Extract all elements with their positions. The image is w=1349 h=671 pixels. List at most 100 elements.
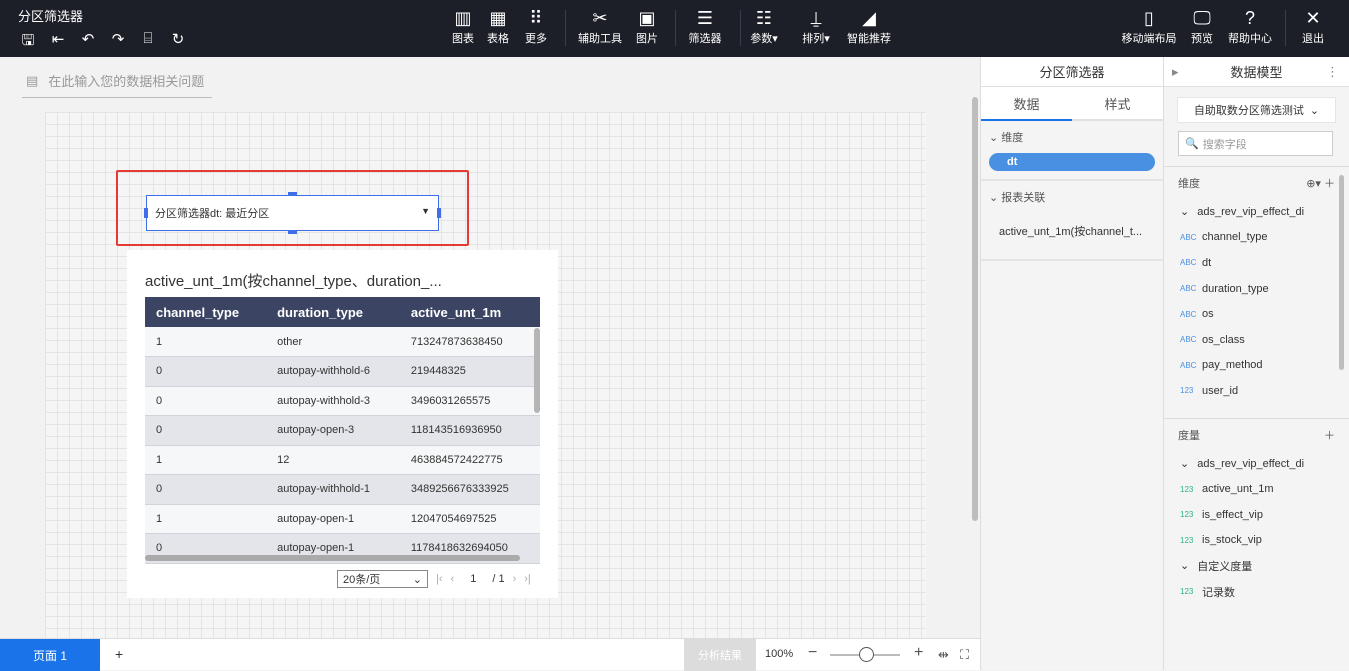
toolbar-icon: ✂ (592, 8, 608, 28)
tab-data[interactable]: 数据 (981, 87, 1072, 121)
relation-section-toggle[interactable]: ⌄ 报表关联 (989, 189, 1155, 205)
dim-table-toggle[interactable]: ⌄ ads_rev_vip_effect_di (1164, 199, 1349, 225)
table-hscrollbar[interactable] (145, 555, 520, 561)
field-type-icon: ABC (1180, 360, 1197, 370)
field-item[interactable]: 123 active_unt_1m (1164, 476, 1349, 502)
next-page-icon[interactable]: › (513, 573, 517, 585)
field-type-icon: ABC (1180, 284, 1197, 294)
tab-page-1[interactable]: 页面 1 (0, 639, 100, 671)
zoom-slider-handle[interactable] (859, 647, 874, 662)
table-vscrollbar[interactable] (534, 328, 540, 413)
toolbar-right-item-2[interactable]: ? 帮助中心 (1228, 8, 1272, 46)
field-item[interactable]: ABC os (1164, 301, 1349, 327)
toolbar-right-item-3[interactable]: ✕ 退出 (1302, 8, 1324, 46)
field-type-icon: ABC (1180, 335, 1197, 345)
dataset-select[interactable]: 自助取数分区筛选测试 ⌄ (1177, 97, 1336, 123)
table-cell: 219448325 (399, 356, 540, 387)
table-cell: 0 (145, 474, 267, 505)
field-item[interactable]: 123 user_id (1164, 378, 1349, 404)
column-header[interactable]: duration_type (266, 297, 400, 327)
more-icon[interactable]: ⋮ (1326, 64, 1339, 80)
custom-measure-toggle[interactable]: ⌄ 自定义度量 (1164, 553, 1349, 579)
first-page-icon[interactable]: |‹ (436, 573, 443, 585)
table-row: 0 autopay-withhold-3 3496031265575 (145, 386, 540, 416)
add-dimension-button[interactable]: ⊕▾ ＋ (1306, 175, 1335, 191)
column-header[interactable]: active_unt_1m (399, 297, 540, 327)
pagination: 20条/页 ⌄ |‹ ‹ 1 / 1 › ›| (337, 570, 531, 588)
toolbar-right-item-0[interactable]: ▯ 移动端布局 (1122, 8, 1177, 46)
toolbar-item-0[interactable]: ▥ 图表 (452, 8, 474, 46)
back-icon[interactable]: ⇤ (48, 30, 68, 55)
field-item[interactable]: 123 记录数 (1164, 579, 1349, 605)
data-table: channel_type duration_type active_unt_1m 1… (145, 297, 540, 564)
fit-screen-icon[interactable]: ⛶ (960, 647, 969, 663)
field-type-icon: 123 (1180, 484, 1194, 494)
field-item[interactable]: 123 is_stock_vip (1164, 528, 1349, 554)
dimension-field-dt[interactable]: dt (989, 153, 1155, 171)
zoom-out-button[interactable]: − (808, 644, 817, 662)
toolbar-item-2[interactable]: ⠿ 更多 (525, 8, 547, 46)
table-cell: 3496031265575 (399, 386, 540, 416)
collapse-panel-icon[interactable]: ▸ (1172, 64, 1179, 80)
canvas-scrollbar[interactable] (972, 97, 978, 521)
toolbar-icon: ☷ (755, 8, 773, 28)
toolbar-item-6[interactable]: ☷ 参数▾ (750, 8, 778, 46)
table-cell: 0 (145, 415, 267, 446)
field-item[interactable]: ABC os_class (1164, 327, 1349, 353)
field-item[interactable]: ABC pay_method (1164, 353, 1349, 379)
table-cell: autopay-open-1 (266, 504, 400, 534)
field-item[interactable]: ABC duration_type (1164, 276, 1349, 302)
toolbar-icon: ✕ (1305, 8, 1321, 28)
redo-icon[interactable]: ↷ (108, 30, 128, 55)
partition-filter[interactable]: 分区筛选器dt: 最近分区 ▼ (146, 195, 439, 231)
save-icon[interactable]: 🖫 (18, 30, 38, 55)
field-item[interactable]: 123 is_effect_vip (1164, 502, 1349, 528)
field-search-input[interactable]: 🔍 搜索字段 (1178, 131, 1333, 156)
page-size-select[interactable]: 20条/页 ⌄ (337, 570, 428, 588)
table-cell: 463884572422775 (399, 445, 540, 475)
field-type-icon: ABC (1180, 309, 1197, 319)
add-measure-button[interactable]: ＋ (1324, 427, 1335, 443)
zoom-in-button[interactable]: + (914, 644, 923, 662)
table-title: active_unt_1m(按channel_type、duration_... (145, 273, 442, 290)
measure-table-toggle[interactable]: ⌄ ads_rev_vip_effect_di (1164, 451, 1349, 477)
fit-width-icon[interactable]: ⇹ (938, 647, 949, 663)
undo-icon[interactable]: ↶ (78, 30, 98, 55)
toolbar-item-4[interactable]: ▣ 图片 (636, 8, 658, 46)
refresh-icon[interactable]: ↻ (168, 30, 188, 55)
toolbar-item-8[interactable]: ◢ 智能推荐 (847, 8, 891, 46)
prev-page-icon[interactable]: ‹ (451, 573, 455, 585)
toolbar-icon: ⍊ (810, 8, 822, 28)
table-cell: autopay-withhold-1 (266, 474, 400, 505)
dropdown-arrow-icon[interactable]: ▼ (421, 206, 430, 216)
column-header[interactable]: channel_type (145, 297, 267, 327)
toolbar-item-1[interactable]: ▦ 表格 (487, 8, 509, 46)
table-cell: 0 (145, 386, 267, 416)
field-type-icon: 123 (1180, 587, 1194, 597)
panel-title: 数据模型 (1230, 65, 1283, 80)
config-panel-title: 分区筛选器 (981, 57, 1163, 87)
table-widget[interactable]: active_unt_1m(按channel_type、duration_...… (127, 250, 558, 598)
toolbar-icon: ▥ (454, 8, 472, 28)
format-painter-icon[interactable]: ⌸ (138, 30, 158, 55)
last-page-icon[interactable]: ›| (524, 573, 531, 585)
relation-item[interactable]: active_unt_1m(按channel_t... (989, 213, 1155, 249)
table-cell: 1 (145, 445, 267, 475)
field-item[interactable]: ABC dt (1164, 250, 1349, 276)
field-item[interactable]: ABC channel_type (1164, 225, 1349, 251)
toolbar-item-7[interactable]: ⍊ 排列▾ (802, 8, 830, 46)
current-page[interactable]: 1 (470, 573, 476, 585)
table-cell: 3489256676333925 (399, 474, 540, 505)
toolbar-item-5[interactable]: ☰ 筛选器 (689, 8, 722, 46)
question-input[interactable]: ▤ 在此输入您的数据相关问题 (22, 64, 212, 98)
toolbar-item-3[interactable]: ✂ 辅助工具 (578, 8, 622, 46)
analysis-result-button[interactable]: 分析结果 (684, 639, 756, 671)
table-cell: autopay-open-3 (266, 415, 400, 446)
add-page-button[interactable]: + (115, 646, 123, 662)
toolbar-icon: ⠿ (529, 8, 543, 28)
table-row: 1 12 463884572422775 (145, 445, 540, 475)
field-list-scrollbar[interactable] (1339, 175, 1344, 370)
dimension-section-toggle[interactable]: ⌄ 维度 (989, 129, 1155, 145)
toolbar-right-item-1[interactable]: 🖵 预览 (1191, 8, 1213, 46)
tab-style[interactable]: 样式 (1072, 87, 1163, 119)
